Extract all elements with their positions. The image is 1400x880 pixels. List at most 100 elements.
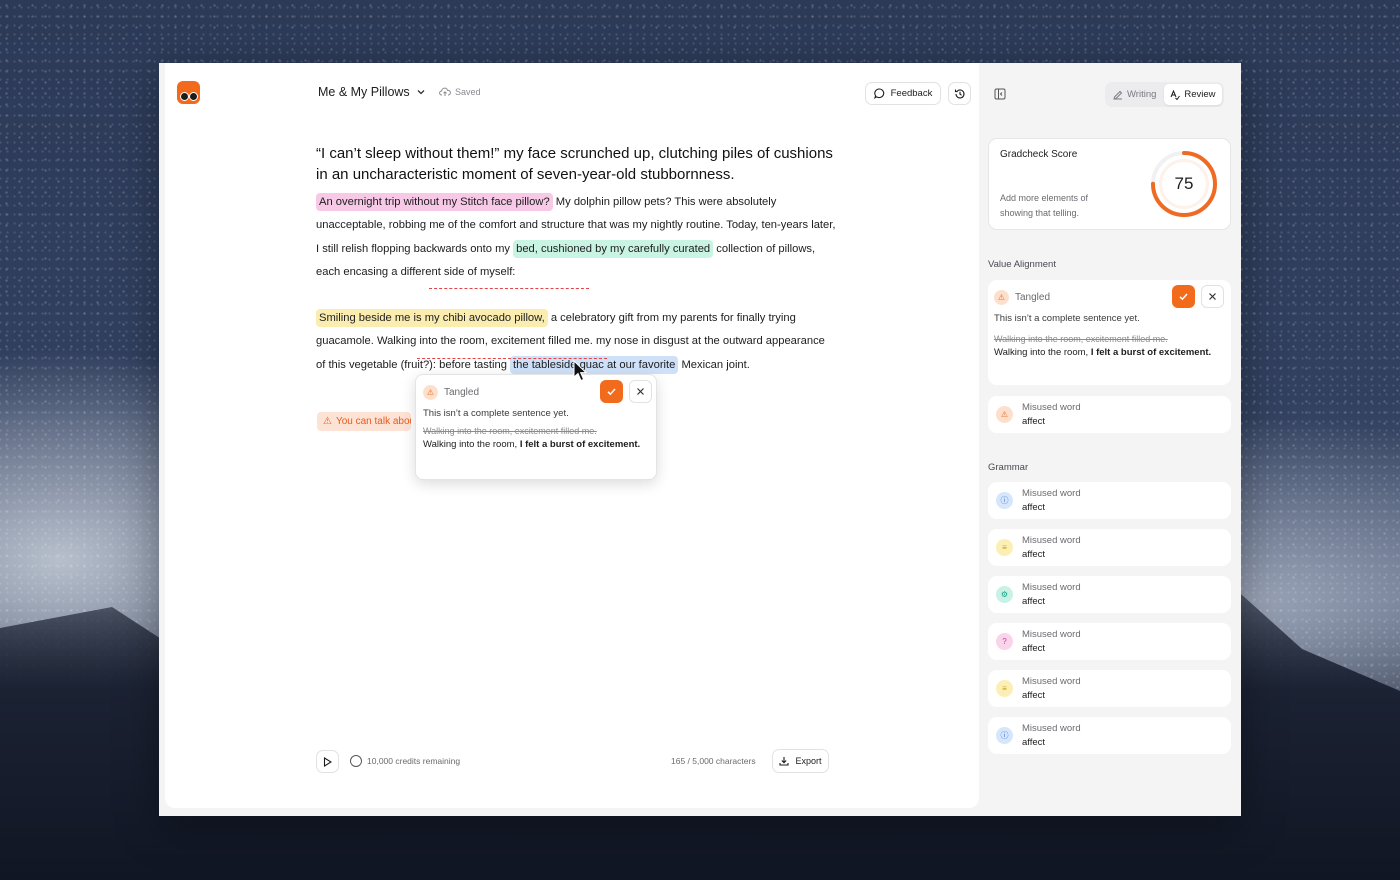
value-card-category: Tangled [1015, 291, 1051, 303]
feedback-button[interactable]: Feedback [865, 82, 941, 105]
warning-icon: ⚠ [994, 289, 1009, 305]
value-alignment-heading: Value Alignment [988, 259, 1056, 270]
save-status: Saved [439, 87, 481, 97]
issue-text: Misused word affect [1022, 676, 1081, 701]
cloud-upload-icon [439, 87, 451, 96]
dismiss-suggestion-button[interactable] [1201, 285, 1224, 308]
document-title-dropdown[interactable]: Me & My Pillows [318, 85, 426, 99]
save-status-label: Saved [455, 87, 481, 97]
score-hint: Add more elements of showing that tellin… [1000, 193, 1089, 218]
highlight-pink[interactable]: An overnight trip without my Stitch face… [316, 193, 553, 211]
score-title: Gradcheck Score [1000, 149, 1078, 160]
tab-review-label: Review [1184, 89, 1216, 100]
review-panel: Writing Review Gradcheck Score Add more … [979, 63, 1241, 816]
issue-text: Misused word affect [1022, 402, 1081, 427]
score-value: 75 [1174, 174, 1194, 193]
collapse-panel-icon[interactable] [994, 88, 1006, 100]
issue-text: Misused word affect [1022, 582, 1081, 607]
value-card-suggestion-prefix: Walking into the room, [994, 347, 1091, 358]
history-button[interactable] [948, 82, 971, 105]
issue-text: Misused word affect [1022, 723, 1081, 748]
suggested-text-prefix: Walking into the room, [423, 439, 520, 450]
value-alignment-issue[interactable]: ⚠ Misused word affect [988, 396, 1231, 433]
highlight-yellow[interactable]: Smiling beside me is my chibi avocado pi… [316, 309, 548, 328]
grammar-issue[interactable]: ⚙ Misused word affect [988, 576, 1231, 613]
close-icon [1209, 293, 1216, 300]
document-title: Me & My Pillows [318, 85, 410, 99]
suggestion-popover: ⚠ Tangled This isn’t a complete sentence… [415, 374, 657, 480]
warning-chip[interactable]: ⚠ You can talk about [317, 412, 411, 431]
check-icon [1179, 293, 1188, 301]
dismiss-suggestion-button[interactable] [629, 380, 652, 403]
feedback-label: Feedback [890, 88, 933, 99]
gear-icon: ⚙ [996, 586, 1013, 603]
grammar-issue[interactable]: ≡ Misused word affect [988, 670, 1231, 707]
accept-suggestion-button[interactable] [1172, 285, 1195, 308]
play-icon [323, 756, 332, 767]
app-logo[interactable] [177, 81, 200, 104]
value-card-message: This isn’t a complete sentence yet. [994, 313, 1140, 324]
credits-indicator: 10,000 credits remaining [350, 755, 460, 767]
grammar-heading: Grammar [988, 462, 1029, 473]
issue-word: affect [1022, 416, 1046, 427]
chevron-down-icon [417, 90, 425, 95]
spellcheck-icon [1170, 89, 1181, 100]
essay-text-area[interactable]: “I can’t sleep without them!” my face sc… [316, 143, 836, 377]
mouse-pointer-icon [573, 360, 588, 382]
issue-word: affect [1022, 737, 1046, 748]
history-icon [954, 88, 965, 98]
app-window: Me & My Pillows Saved Feedback “I can’t … [159, 63, 1241, 816]
close-icon [637, 388, 644, 395]
issue-text: Misused word affect [1022, 488, 1081, 513]
export-button[interactable]: Export [772, 749, 829, 773]
tab-writing[interactable]: Writing [1107, 84, 1162, 105]
issue-word: affect [1022, 596, 1046, 607]
issue-word: affect [1022, 643, 1046, 654]
chat-bubble-icon [873, 88, 884, 99]
mode-toggle: Writing Review [1105, 82, 1224, 107]
tab-review[interactable]: Review [1164, 84, 1222, 105]
suggested-text-change: I felt a burst of excitement. [519, 439, 641, 450]
issue-word: affect [1022, 502, 1046, 513]
info-icon: ⓘ [996, 727, 1013, 744]
grammar-issue[interactable]: ⓘ Misused word affect [988, 482, 1231, 519]
lines-icon: ≡ [996, 539, 1013, 556]
value-alignment-card[interactable]: ⚠ Tangled This isn’t a complete sentence… [988, 280, 1231, 385]
lines-icon: ≡ [996, 680, 1013, 697]
play-button[interactable] [316, 750, 339, 773]
issue-word: affect [1022, 690, 1046, 701]
value-card-suggestion[interactable]: Walking into the room, I felt a burst of… [994, 346, 1225, 360]
error-underline[interactable] [429, 288, 589, 289]
paragraph-2-text-b: Mexican joint. [678, 358, 750, 371]
original-text: Walking into the room, excitement filled… [423, 426, 597, 436]
export-label: Export [795, 756, 822, 766]
issue-title: Misused word [1022, 676, 1081, 687]
grammar-issue[interactable]: ? Misused word affect [988, 623, 1231, 660]
editor-pane: Me & My Pillows Saved Feedback “I can’t … [165, 63, 979, 808]
issue-text: Misused word affect [1022, 629, 1081, 654]
suggestion-message: This isn’t a complete sentence yet. [423, 408, 569, 419]
credits-label: 10,000 credits remaining [367, 756, 461, 766]
pencil-icon [1113, 90, 1123, 100]
paragraph-1: An overnight trip without my Stitch face… [316, 191, 836, 284]
grammar-issue[interactable]: ≡ Misused word affect [988, 529, 1231, 566]
warning-icon: ⚠ [996, 406, 1013, 423]
grammar-issue[interactable]: ⓘ Misused word affect [988, 717, 1231, 754]
essay-opening-line: “I can’t sleep without them!” my face sc… [316, 145, 833, 183]
credits-ring-icon [350, 755, 362, 767]
tab-writing-label: Writing [1127, 89, 1157, 100]
value-card-original: Walking into the room, excitement filled… [994, 334, 1168, 344]
question-icon: ? [996, 633, 1013, 650]
issue-title: Misused word [1022, 629, 1081, 640]
character-count: 165 / 5,000 characters [671, 756, 756, 766]
warning-icon: ⚠ [323, 416, 332, 427]
error-underline[interactable] [417, 358, 607, 359]
warning-chip-label: You can talk about [335, 416, 411, 427]
highlight-green[interactable]: bed, cushioned by my carefully curated [513, 239, 714, 258]
suggested-text[interactable]: Walking into the room, I felt a burst of… [423, 438, 649, 452]
issue-word: affect [1022, 549, 1046, 560]
issue-title: Misused word [1022, 535, 1081, 546]
accept-suggestion-button[interactable] [600, 380, 623, 403]
issue-title: Misused word [1022, 402, 1081, 413]
warning-icon: ⚠ [423, 384, 438, 400]
